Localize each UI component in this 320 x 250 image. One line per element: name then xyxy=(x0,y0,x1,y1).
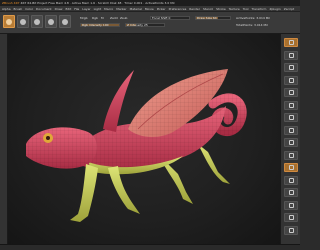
bpr-icon xyxy=(288,40,294,45)
transp-icon xyxy=(288,227,294,233)
menu-item-color[interactable]: Color xyxy=(25,7,33,11)
menu-item-movie[interactable]: Movie xyxy=(145,7,154,11)
menu-item-light[interactable]: Light xyxy=(94,7,102,11)
m-button[interactable]: M xyxy=(101,16,104,20)
draw-size-slider[interactable]: Draw Size 64 xyxy=(195,16,231,20)
bpr-button[interactable] xyxy=(284,38,298,47)
aahalf-button[interactable] xyxy=(284,100,298,110)
polyf-icon xyxy=(288,215,294,220)
head xyxy=(26,127,97,169)
menu-item-draw[interactable]: Draw xyxy=(55,7,63,11)
menu-item-material[interactable]: Material xyxy=(130,7,142,11)
move-icon xyxy=(34,19,40,25)
draw-button[interactable] xyxy=(17,15,29,28)
menu-item-zplugin[interactable]: Zplugin xyxy=(269,7,280,11)
rotate-button[interactable] xyxy=(59,15,71,28)
edit-icon xyxy=(6,19,12,25)
total-points-readout: TotalPoints: 3.014 Mil xyxy=(236,23,268,27)
local-icon xyxy=(288,140,294,145)
menu-item-alpha[interactable]: Alpha xyxy=(2,7,11,11)
menu-item-stencil[interactable]: Stencil xyxy=(203,7,213,11)
zoom-icon xyxy=(288,77,294,83)
spix-icon xyxy=(288,52,294,58)
head-crest xyxy=(103,70,134,132)
menu-item-marker[interactable]: Marker xyxy=(116,7,126,11)
rgb-intensity-label: Rgb Intensity 100 xyxy=(82,23,109,27)
status-bar xyxy=(0,244,300,250)
aahalf-icon xyxy=(288,102,294,108)
rotate-icon xyxy=(288,202,294,208)
draw-icon xyxy=(20,19,26,25)
lsym-button[interactable] xyxy=(284,150,298,160)
zsub-button[interactable]: Zsub xyxy=(120,16,127,20)
polyf-button[interactable] xyxy=(284,213,298,222)
title-info: 4R7 64-Bit Project Free Mem 4.8 · Active… xyxy=(20,1,175,5)
menu-item-texture[interactable]: Texture xyxy=(229,7,240,11)
persp-button[interactable] xyxy=(284,113,298,122)
rotate-icon xyxy=(62,19,68,25)
z-intensity-label: Z Intensity 25 xyxy=(127,23,148,27)
spix-button[interactable] xyxy=(284,50,298,60)
rotate-button[interactable] xyxy=(284,200,298,210)
active-points-readout: ActivePoints: 3.014 Mil xyxy=(236,16,271,20)
frame-icon xyxy=(288,165,294,170)
menu-item-layer[interactable]: Layer xyxy=(82,7,90,11)
menu-item-preferences[interactable]: Preferences xyxy=(169,7,187,11)
local-button[interactable] xyxy=(284,138,298,147)
zadd-button[interactable]: Zadd xyxy=(110,16,118,20)
left-shelf xyxy=(0,34,8,244)
menu-item-render[interactable]: Render xyxy=(189,7,200,11)
canvas-viewport[interactable] xyxy=(8,34,280,244)
menu-item-file[interactable]: File xyxy=(74,7,79,11)
right-shelf xyxy=(280,34,300,244)
menu-item-picker[interactable]: Picker xyxy=(157,7,166,11)
zoom-button[interactable] xyxy=(284,75,298,85)
menu-item-zscript[interactable]: Zscript xyxy=(284,7,294,11)
top-shelf: Mrgb Rgb M Zadd Zsub Rgb Intensity 100 Z… xyxy=(0,12,300,34)
scale-icon xyxy=(48,19,54,25)
menu-item-stroke[interactable]: Stroke xyxy=(216,7,226,11)
move-button[interactable] xyxy=(31,15,43,28)
scroll-icon xyxy=(288,65,294,70)
edit-button[interactable] xyxy=(3,15,15,28)
persp-icon xyxy=(288,115,294,120)
rgb-button[interactable]: Rgb xyxy=(92,16,98,20)
lsym-icon xyxy=(288,152,294,158)
draw-size-label: Draw Size 64 xyxy=(197,16,217,20)
move-button[interactable] xyxy=(284,175,298,185)
z-intensity-slider[interactable]: Z Intensity 25 xyxy=(125,23,165,27)
menu-item-macro[interactable]: Macro xyxy=(104,7,113,11)
frame-button[interactable] xyxy=(284,163,298,172)
mrgb-button[interactable]: Mrgb xyxy=(80,16,88,20)
move-icon xyxy=(288,177,294,183)
app-brand: ZBrush 4R7 xyxy=(2,1,20,5)
focal-shift-label: Focal Shift 0 xyxy=(152,16,171,20)
floor-icon xyxy=(288,127,294,133)
floor-button[interactable] xyxy=(284,125,298,135)
menu-item-transform[interactable]: Transform xyxy=(252,7,267,11)
scale-icon xyxy=(288,190,294,195)
actual-button[interactable] xyxy=(284,88,298,97)
rgb-intensity-slider[interactable]: Rgb Intensity 100 xyxy=(80,23,120,27)
menu-item-brush[interactable]: Brush xyxy=(14,7,23,11)
scale-button[interactable] xyxy=(284,188,298,197)
focal-shift-slider[interactable]: Focal Shift 0 xyxy=(150,16,190,20)
menu-item-tool[interactable]: Tool xyxy=(243,7,249,11)
menu-item-document[interactable]: Document xyxy=(36,7,52,11)
menu-item-edit[interactable]: Edit xyxy=(65,7,71,11)
scale-button[interactable] xyxy=(45,15,57,28)
transp-button[interactable] xyxy=(284,225,298,235)
model-render xyxy=(26,69,247,222)
actual-icon xyxy=(288,90,294,95)
scroll-button[interactable] xyxy=(284,63,298,72)
